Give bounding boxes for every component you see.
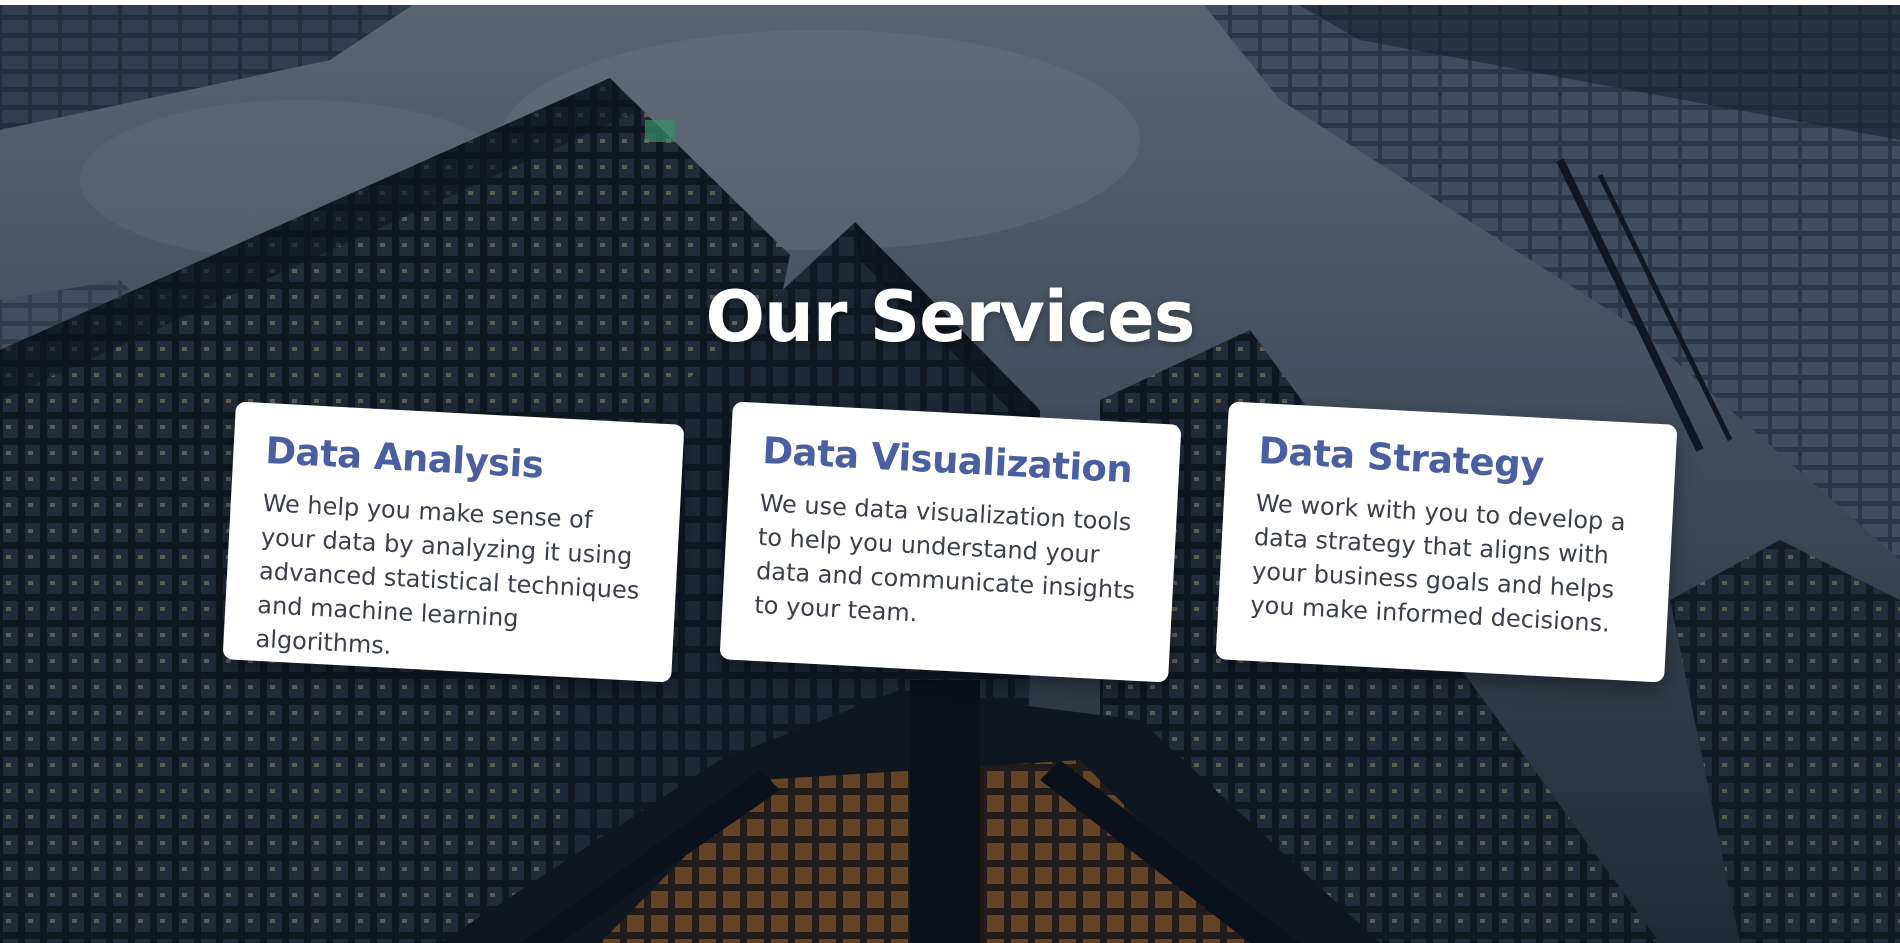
service-card-description: We work with you to develop a data strat… (1249, 488, 1627, 638)
service-card-description: We use data visualization tools to help … (753, 488, 1136, 628)
service-card-data-strategy: Data Strategy We work with you to develo… (1215, 401, 1678, 683)
top-edge-strip (0, 0, 1900, 5)
section-title: Our Services (705, 276, 1196, 358)
service-card-title: Data Analysis (264, 429, 545, 487)
services-page: Our Services Data Analysis We help you m… (0, 0, 1900, 943)
service-card-data-analysis: Data Analysis We help you make sense of … (222, 401, 685, 683)
service-card-description: We help you make sense of your data by a… (254, 488, 640, 660)
service-card-data-visualization: Data Visualization We use data visualiza… (719, 401, 1182, 683)
service-card-title: Data Strategy (1257, 429, 1545, 487)
service-card-title: Data Visualization (761, 429, 1134, 492)
